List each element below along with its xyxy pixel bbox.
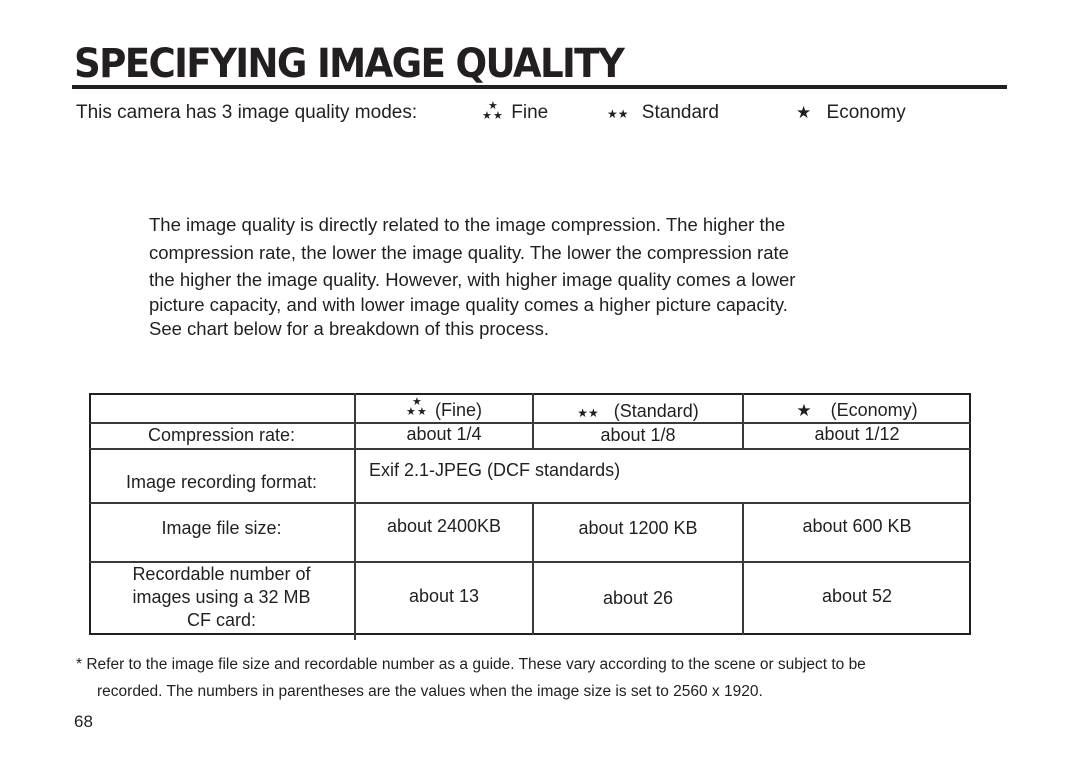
mode-fine-label: Fine xyxy=(511,102,549,123)
intro-line: picture capacity, and with lower image q… xyxy=(149,293,788,315)
row-label-recordable: Recordable number of images using a 32 M… xyxy=(89,563,354,632)
cell-compression-economy: about 1/12 xyxy=(814,424,900,444)
row-label-line: Recordable number of xyxy=(132,564,311,584)
two-stars-icon: ★★ xyxy=(577,406,599,420)
mode-economy-label: Economy xyxy=(826,102,906,123)
footnote-line: * Refer to the image file size and recor… xyxy=(76,656,866,673)
cell-count-economy: about 52 xyxy=(821,586,893,606)
mode-economy: ★ Economy xyxy=(796,101,906,125)
three-stars-icon: ★ ★ ★ xyxy=(482,100,503,122)
page-title: SPECIFYING IMAGE QUALITY xyxy=(74,41,625,87)
cell-size-fine: about 2400KB xyxy=(386,516,502,536)
mode-standard-label: Standard xyxy=(641,102,719,123)
row-label-line: CF card: xyxy=(186,610,256,630)
header-standard: ★★ (Standard) xyxy=(533,400,743,424)
quality-spec-table: ★ ★ ★ (Fine) ★★ (Standard) ★ (Economy) C… xyxy=(89,393,971,640)
cell-compression-fine: about 1/4 xyxy=(406,424,482,444)
intro-line: the higher the image quality. However, w… xyxy=(149,269,796,290)
table-row-divider xyxy=(89,502,971,504)
mode-standard: ★★ Standard xyxy=(607,101,719,126)
row-label-file-size: Image file size: xyxy=(161,518,282,538)
title-underline-rule xyxy=(72,85,1007,89)
cell-format: Exif 2.1-JPEG (DCF standards) xyxy=(369,460,621,480)
footnote: * Refer to the image file size and recor… xyxy=(76,651,866,705)
row-label-compression: Compression rate: xyxy=(147,425,296,445)
cell-count-fine: about 13 xyxy=(408,586,480,606)
two-stars-icon: ★★ xyxy=(607,107,629,121)
cell-count-standard: about 26 xyxy=(602,588,674,608)
footnote-line: recorded. The numbers in parentheses are… xyxy=(97,683,763,700)
header-fine-label: (Fine) xyxy=(435,400,483,420)
modes-intro-text: This camera has 3 image quality modes: xyxy=(76,102,418,123)
page-number: 68 xyxy=(74,712,93,731)
intro-line: See chart below for a breakdown of this … xyxy=(149,318,550,339)
table-row-divider xyxy=(89,448,971,450)
row-label-line: images using a 32 MB xyxy=(132,587,311,607)
header-economy: ★ (Economy) xyxy=(743,399,971,422)
row-label-format: Image recording format: xyxy=(125,472,318,492)
intro-paragraph: The image quality is directly related to… xyxy=(149,212,909,343)
three-stars-icon: ★ ★ ★ xyxy=(405,396,427,418)
header-standard-label: (Standard) xyxy=(613,401,699,421)
cell-size-standard: about 1200 KB xyxy=(578,518,698,538)
mode-fine: ★ ★ ★ Fine xyxy=(482,101,548,125)
cell-size-economy: about 600 KB xyxy=(802,516,912,536)
one-star-icon: ★ xyxy=(796,401,812,420)
one-star-icon: ★ xyxy=(796,103,812,122)
cell-compression-standard: about 1/8 xyxy=(600,425,676,445)
intro-line: compression rate, the lower the image qu… xyxy=(149,241,789,263)
header-fine: ★ ★ ★ (Fine) xyxy=(355,396,533,421)
header-economy-label: (Economy) xyxy=(830,400,918,420)
intro-line: The image quality is directly related to… xyxy=(149,214,786,235)
